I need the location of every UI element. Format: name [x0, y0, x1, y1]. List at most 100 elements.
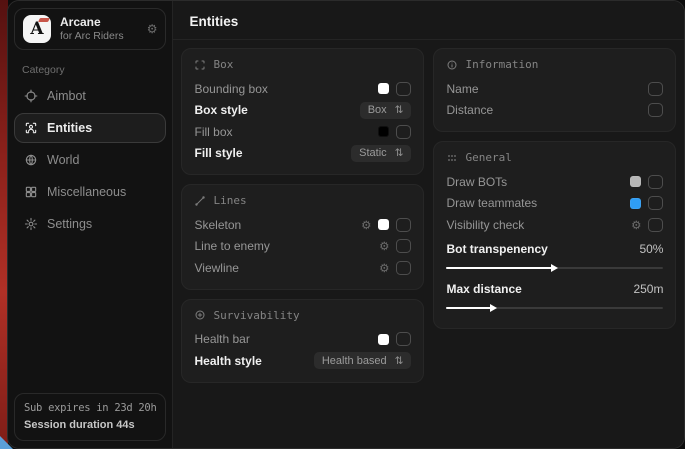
updown-arrows-icon: ⇅	[395, 147, 404, 159]
app-name: Arcane	[60, 15, 138, 30]
main-panel: Entities Box Bounding box	[173, 1, 684, 448]
section-general: General Draw BOTs Draw teammates	[433, 141, 676, 329]
section-title: Information	[465, 58, 538, 71]
globe-icon	[24, 153, 38, 167]
slider-value: 250m	[633, 282, 663, 296]
checkbox[interactable]	[648, 82, 663, 96]
color-swatch[interactable]	[378, 334, 389, 345]
color-swatch[interactable]	[378, 83, 389, 94]
app-logo-letter: A	[30, 19, 43, 39]
sidebar-item-world[interactable]: World	[14, 145, 166, 175]
info-icon	[446, 59, 458, 71]
box-style-dropdown[interactable]: Box ⇅	[360, 102, 412, 119]
cheat-menu-window: A Arcane for Arc Riders ⚙ Category Aimbo…	[7, 0, 685, 449]
checkbox[interactable]	[396, 82, 411, 96]
sidebar-item-label: Settings	[47, 217, 92, 231]
section-title: General	[465, 151, 511, 164]
section-title: Survivability	[213, 309, 299, 322]
sidebar-item-label: Aimbot	[47, 89, 86, 103]
sidebar-item-miscellaneous[interactable]: Miscellaneous	[14, 177, 166, 207]
setting-label: Health bar	[194, 332, 249, 346]
setting-row-fill-box: Fill box	[194, 121, 411, 143]
gear-icon[interactable]: ⚙	[147, 22, 158, 36]
section-information: Information Name Distance	[433, 48, 676, 132]
box-corners-icon	[194, 59, 206, 71]
settings-gear-icon	[24, 217, 38, 231]
section-survivability: Survivability Health bar Health style	[181, 299, 424, 383]
crosshair-icon	[24, 89, 38, 103]
slider-max-distance: Max distance 250m	[446, 278, 663, 309]
setting-row-distance: Distance	[446, 100, 663, 122]
fill-style-dropdown[interactable]: Static ⇅	[351, 145, 411, 162]
row-settings-gear-icon[interactable]: ⚙	[631, 218, 641, 232]
checkbox[interactable]	[648, 175, 663, 189]
slider-value: 50%	[639, 242, 663, 256]
session-duration-text: Session duration 44s	[24, 417, 156, 434]
checkbox[interactable]	[396, 239, 411, 253]
row-settings-gear-icon[interactable]: ⚙	[361, 218, 371, 232]
updown-arrows-icon: ⇅	[395, 104, 404, 116]
setting-label: Distance	[446, 103, 493, 117]
entities-scan-icon	[24, 121, 38, 135]
setting-label: Bounding box	[194, 82, 267, 96]
slider-thumb[interactable]	[551, 264, 558, 272]
setting-row-box-style: Box style Box ⇅	[194, 100, 411, 122]
dots-grid-icon	[446, 152, 458, 164]
health-cross-icon	[194, 309, 206, 321]
checkbox[interactable]	[648, 196, 663, 210]
cursor-triangle	[0, 436, 13, 449]
sidebar-item-settings[interactable]: Settings	[14, 209, 166, 239]
setting-label: Visibility check	[446, 218, 524, 232]
checkbox[interactable]	[396, 218, 411, 232]
row-settings-gear-icon[interactable]: ⚙	[379, 261, 389, 275]
slider-label: Max distance	[446, 282, 521, 296]
subscription-card: Sub expires in 23d 20h Session duration …	[14, 393, 166, 441]
slider-thumb[interactable]	[490, 304, 497, 312]
setting-label: Fill box	[194, 125, 232, 139]
checkbox[interactable]	[648, 218, 663, 232]
setting-label: Viewline	[194, 261, 238, 275]
left-column: Box Bounding box Box style	[181, 48, 424, 383]
setting-row-health-style: Health style Health based ⇅	[194, 350, 411, 372]
color-swatch[interactable]	[378, 126, 389, 137]
setting-label: Draw BOTs	[446, 175, 507, 189]
sidebar-nav: Aimbot Entities World Miscellaneous Sett…	[14, 80, 166, 240]
setting-row-draw-bots: Draw BOTs	[446, 171, 663, 193]
setting-row-health-bar: Health bar	[194, 329, 411, 351]
page-title: Entities	[189, 14, 668, 29]
right-column: Information Name Distance	[433, 48, 676, 329]
category-label: Category	[22, 64, 166, 76]
sidebar: A Arcane for Arc Riders ⚙ Category Aimbo…	[8, 1, 173, 448]
slider-label: Bot transpenency	[446, 242, 547, 256]
setting-label: Box style	[194, 103, 247, 117]
sidebar-item-aimbot[interactable]: Aimbot	[14, 81, 166, 111]
color-swatch[interactable]	[630, 198, 641, 209]
checkbox[interactable]	[396, 332, 411, 346]
checkbox[interactable]	[396, 261, 411, 275]
health-style-dropdown[interactable]: Health based ⇅	[314, 352, 412, 369]
setting-label: Draw teammates	[446, 196, 537, 210]
setting-row-visibility-check: Visibility check ⚙	[446, 214, 663, 236]
section-title: Lines	[213, 194, 246, 207]
checkbox[interactable]	[648, 103, 663, 117]
color-swatch[interactable]	[630, 176, 641, 187]
setting-row-draw-teammates: Draw teammates	[446, 193, 663, 215]
color-swatch[interactable]	[378, 219, 389, 230]
content: Box Bounding box Box style	[173, 40, 684, 391]
line-icon	[194, 195, 206, 207]
row-settings-gear-icon[interactable]: ⚙	[379, 239, 389, 253]
slider-bot-transparency: Bot transpenency 50%	[446, 239, 663, 270]
setting-label: Line to enemy	[194, 239, 269, 253]
section-box: Box Bounding box Box style	[181, 48, 424, 175]
main-header: Entities	[173, 1, 684, 40]
setting-row-skeleton: Skeleton ⚙	[194, 214, 411, 236]
app-logo-card: A Arcane for Arc Riders ⚙	[14, 8, 166, 50]
slider-track[interactable]	[446, 307, 663, 309]
setting-label: Health style	[194, 354, 261, 368]
checkbox[interactable]	[396, 125, 411, 139]
sidebar-item-label: Entities	[47, 121, 92, 135]
app-logo: A	[23, 15, 51, 43]
slider-track[interactable]	[446, 267, 663, 269]
sidebar-item-entities[interactable]: Entities	[14, 113, 166, 143]
setting-row-name: Name	[446, 78, 663, 100]
